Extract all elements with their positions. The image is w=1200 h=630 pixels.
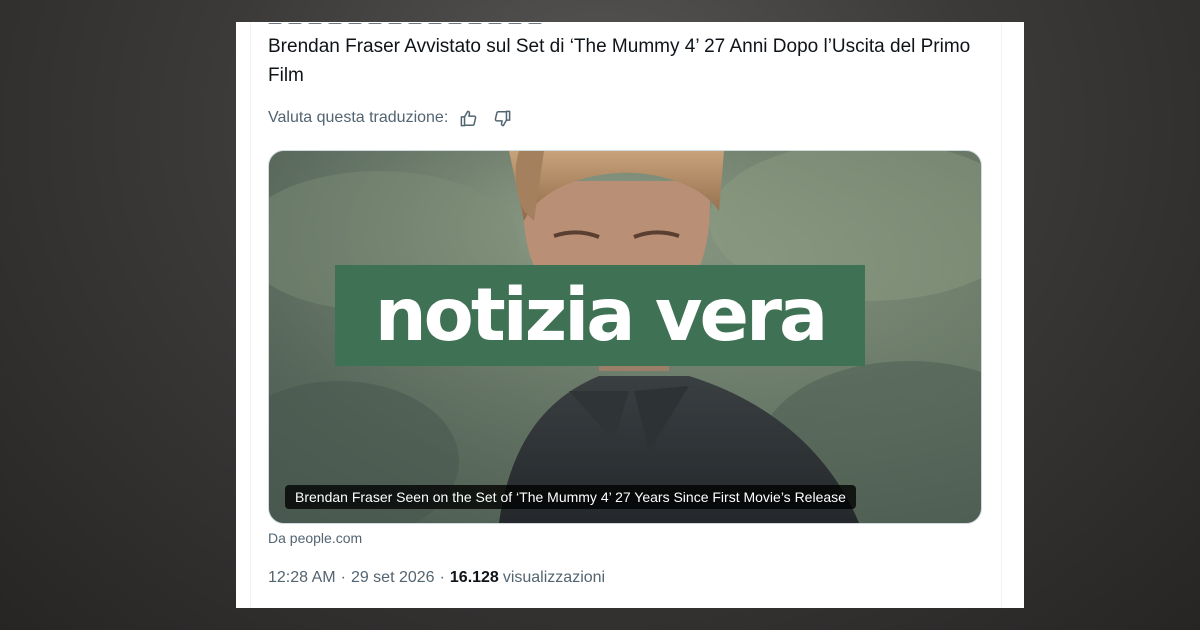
- post-meta: 12:28 AM · 29 set 2026 · 16.128 visualiz…: [268, 569, 605, 587]
- meta-separator: ·: [439, 569, 445, 586]
- link-card-caption: Brendan Fraser Seen on the Set of ‘The M…: [285, 485, 856, 509]
- post-text: Brendan Fraser Avvistato sul Set di ‘The…: [268, 36, 971, 86]
- verdict-banner: notizia vera: [335, 265, 865, 366]
- post-time[interactable]: 12:28 AM: [268, 569, 336, 587]
- truncated-author-line: [268, 22, 598, 24]
- rate-translation-label: Valuta questa traduzione:: [268, 109, 449, 126]
- views-count: 16.128: [449, 569, 499, 586]
- rate-translation-row: Valuta questa traduzione:: [268, 108, 512, 128]
- meta-separator: ·: [340, 569, 346, 586]
- thumbs-up-icon[interactable]: [458, 108, 478, 128]
- views-label: visualizzazioni: [502, 569, 606, 586]
- post-date[interactable]: 29 set 2026: [351, 569, 435, 587]
- thumbs-down-icon[interactable]: [492, 108, 512, 128]
- link-source[interactable]: Da people.com: [268, 530, 362, 546]
